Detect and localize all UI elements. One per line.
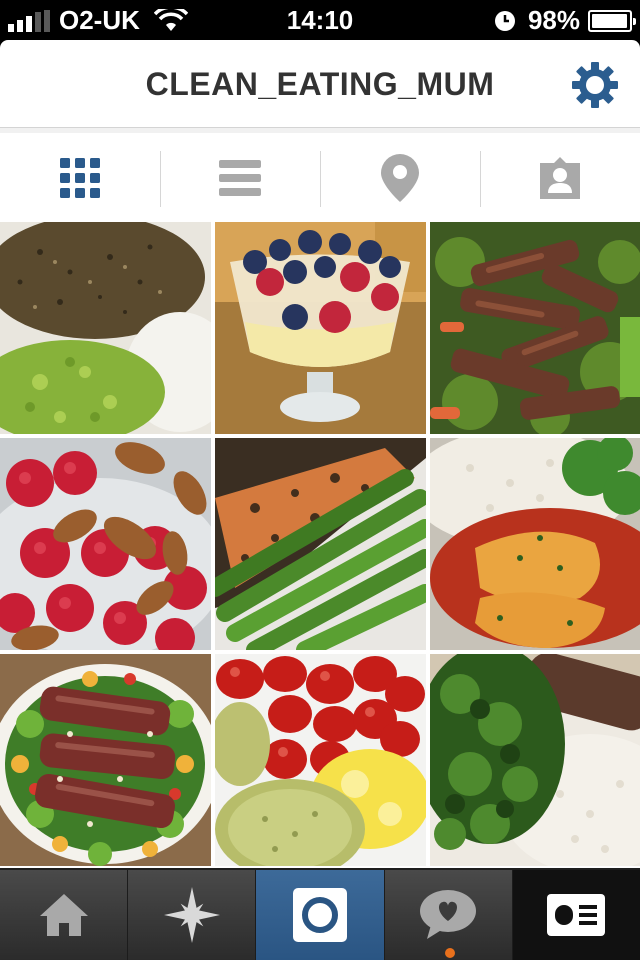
photo-thumbnail[interactable] — [0, 438, 211, 650]
camera-icon — [293, 888, 347, 942]
star-icon — [163, 887, 220, 943]
notification-dot — [444, 948, 455, 958]
tab-activity[interactable] — [385, 870, 513, 960]
home-icon — [39, 894, 88, 936]
photo-thumbnail[interactable] — [430, 654, 640, 866]
photo-thumbnail[interactable] — [215, 222, 426, 434]
alarm-clock-icon — [494, 10, 515, 31]
photo-thumbnail[interactable] — [0, 222, 211, 434]
photo-grid — [0, 222, 640, 868]
tab-profile[interactable] — [512, 870, 640, 960]
tab-home[interactable] — [0, 870, 129, 960]
list-icon — [219, 159, 261, 196]
battery-icon — [588, 9, 636, 32]
map-pin-icon — [381, 153, 419, 202]
tab-explore[interactable] — [128, 870, 257, 960]
heart-bubble-icon — [420, 890, 477, 939]
tab-list-view[interactable] — [160, 133, 320, 222]
tagged-person-icon — [540, 156, 580, 199]
battery-percent: 98% — [527, 5, 580, 35]
grid-icon — [60, 157, 100, 198]
profile-view-tabs — [0, 128, 640, 222]
photo-thumbnail[interactable] — [215, 654, 426, 866]
tab-photo-map[interactable] — [320, 133, 480, 222]
tab-camera[interactable] — [256, 870, 385, 960]
photo-thumbnail[interactable] — [430, 222, 640, 434]
photo-thumbnail[interactable] — [0, 654, 211, 866]
photo-thumbnail[interactable] — [430, 438, 640, 650]
photo-thumbnail[interactable] — [215, 438, 426, 650]
profile-header: CLEAN_EATING_MUM — [0, 40, 640, 128]
profile-card-icon — [547, 894, 606, 936]
gear-icon[interactable] — [572, 62, 618, 108]
tab-grid-view[interactable] — [0, 133, 160, 222]
bottom-tab-bar — [0, 868, 640, 960]
status-bar: O2-UK 14:10 98% — [0, 0, 640, 40]
tab-photos-of-you[interactable] — [480, 133, 640, 222]
page-title: CLEAN_EATING_MUM — [145, 66, 495, 102]
